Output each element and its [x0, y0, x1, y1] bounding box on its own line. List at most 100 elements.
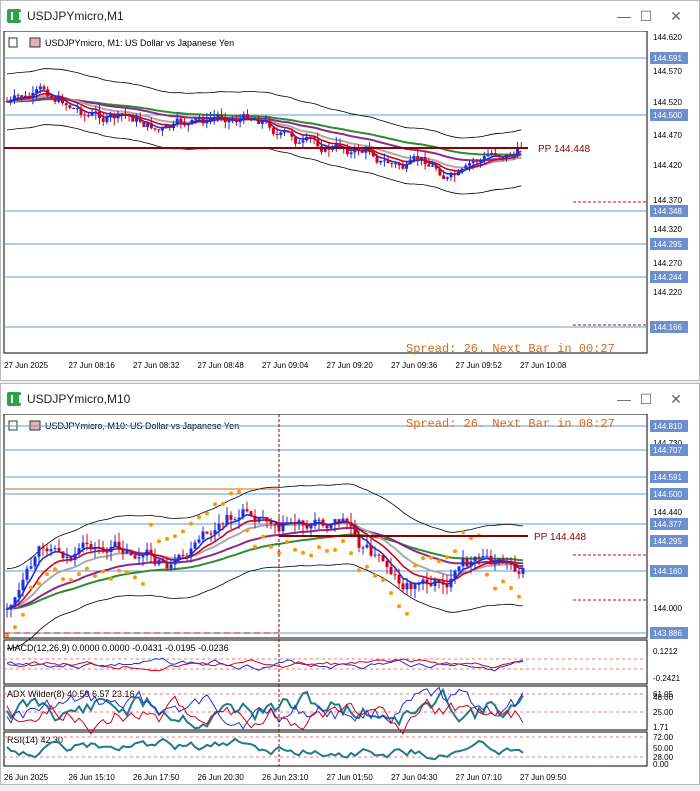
sar-dot — [325, 548, 329, 553]
sar-dot — [77, 572, 81, 577]
price-chart-m1[interactable]: USDJPYmicro, M1: US Dollar vs Japanese Y… — [1, 30, 699, 380]
time-axis-label: 27 Jun 10:08 — [520, 361, 567, 370]
candle-body — [329, 524, 333, 529]
candle-body — [509, 561, 513, 565]
sar-dot — [133, 575, 137, 580]
candle-body — [268, 120, 272, 128]
sar-dot — [317, 545, 321, 550]
candle-body — [338, 143, 342, 148]
candle-body — [125, 550, 129, 554]
window-titlebar[interactable]: USDJPYmicro,M10 — ☐ ✕ — [1, 384, 699, 414]
window-titlebar[interactable]: USDJPYmicro,M1 — ☐ ✕ — [1, 1, 699, 31]
candle-body — [216, 114, 220, 117]
candle-body — [489, 555, 493, 564]
minimize-icon[interactable]: — — [616, 391, 632, 407]
sar-dot — [485, 572, 489, 577]
price-axis-label: 144.320 — [653, 225, 682, 234]
candle-body — [517, 571, 521, 574]
candle-body — [416, 156, 420, 160]
candle-body — [371, 151, 375, 157]
price-axis-label: 144.620 — [653, 33, 682, 42]
candle-body — [213, 530, 217, 535]
sar-dot — [373, 573, 377, 578]
sar-dot — [149, 522, 153, 527]
time-axis-label: 27 Jun 01:50 — [327, 773, 374, 782]
time-axis-label: 27 Jun 08:32 — [133, 361, 180, 370]
candle-body — [421, 579, 425, 584]
close-icon[interactable]: ✕ — [668, 391, 684, 407]
candle-body — [361, 547, 365, 549]
candle-body — [17, 590, 21, 598]
candle-body — [405, 164, 409, 169]
candle-body — [209, 118, 212, 120]
candle-body — [135, 118, 138, 122]
candle-body — [401, 165, 405, 169]
candle-body — [397, 574, 401, 584]
candle-body — [153, 555, 157, 565]
candle-body — [45, 548, 49, 552]
candle-body — [438, 168, 442, 176]
time-axis-label: 26 Jun 2025 — [4, 773, 49, 782]
candle-body — [175, 118, 179, 124]
candle-body — [325, 525, 329, 529]
candle-body — [265, 517, 269, 522]
candle-body — [419, 156, 423, 160]
candle-body — [261, 517, 265, 519]
price-axis-label: 144.470 — [653, 131, 682, 140]
candle-body — [386, 160, 390, 164]
candle-body — [131, 115, 135, 122]
price-axis-label: 144.348 — [653, 207, 682, 216]
chart-type-icon[interactable] — [29, 37, 41, 48]
sar-dot — [37, 581, 41, 586]
sar-dot — [157, 539, 161, 544]
candle-body — [221, 523, 225, 525]
candle-body — [469, 561, 473, 567]
app-logo-icon — [7, 392, 21, 406]
candle-body — [409, 583, 413, 589]
minimize-icon[interactable]: — — [616, 8, 632, 24]
candle-body — [24, 95, 27, 99]
candle-body — [297, 520, 301, 525]
candle-body — [357, 536, 361, 548]
chart-window-m1[interactable]: USDJPYmicro,M1 — ☐ ✕ USDJPYmicro, M1: US… — [0, 0, 700, 381]
spread-text: Spread: 26. Next Bar in 00:27 — [406, 342, 615, 356]
price-axis-label: 144.295 — [653, 240, 682, 249]
candle-body — [321, 519, 325, 526]
candle-body — [161, 559, 165, 563]
candle-body — [308, 136, 312, 138]
price-axis-label: 144.370 — [653, 196, 682, 205]
candle-body — [220, 114, 224, 118]
candle-body — [382, 160, 386, 162]
candle-body — [90, 113, 94, 116]
candle-body — [260, 121, 264, 124]
candle-body — [341, 518, 345, 522]
chart-window-m10[interactable]: USDJPYmicro,M10 — ☐ ✕ USDJPYmicro, M10: … — [0, 383, 700, 785]
indicator-axis-label: 72.00 — [653, 733, 674, 742]
maximize-icon[interactable]: ☐ — [638, 8, 654, 24]
sar-dot — [245, 528, 249, 533]
candle-body — [169, 564, 173, 569]
candle-body — [497, 155, 501, 157]
candle-body — [146, 123, 150, 127]
sar-dot — [365, 564, 369, 569]
time-axis-label: 26 Jun 17:50 — [133, 773, 180, 782]
candle-body — [53, 548, 57, 550]
time-axis-label: 26 Jun 20:30 — [198, 773, 245, 782]
sar-dot — [341, 538, 345, 543]
maximize-icon[interactable]: ☐ — [638, 391, 654, 407]
sar-dot — [349, 551, 353, 556]
candle-body — [468, 163, 471, 166]
candle-body — [27, 95, 31, 98]
sar-dot — [53, 567, 57, 572]
candle-body — [61, 551, 65, 558]
price-chart-m10[interactable]: USDJPYmicro, M10: US Dollar vs Japanese … — [1, 413, 699, 786]
close-icon[interactable]: ✕ — [668, 8, 684, 24]
candle-body — [301, 140, 305, 143]
candle-body — [186, 124, 190, 126]
sar-dot — [181, 529, 185, 534]
sar-dot — [453, 549, 457, 554]
candle-body — [238, 120, 242, 123]
candle-body — [316, 139, 320, 147]
candle-body — [31, 92, 35, 98]
candle-body — [497, 558, 501, 564]
